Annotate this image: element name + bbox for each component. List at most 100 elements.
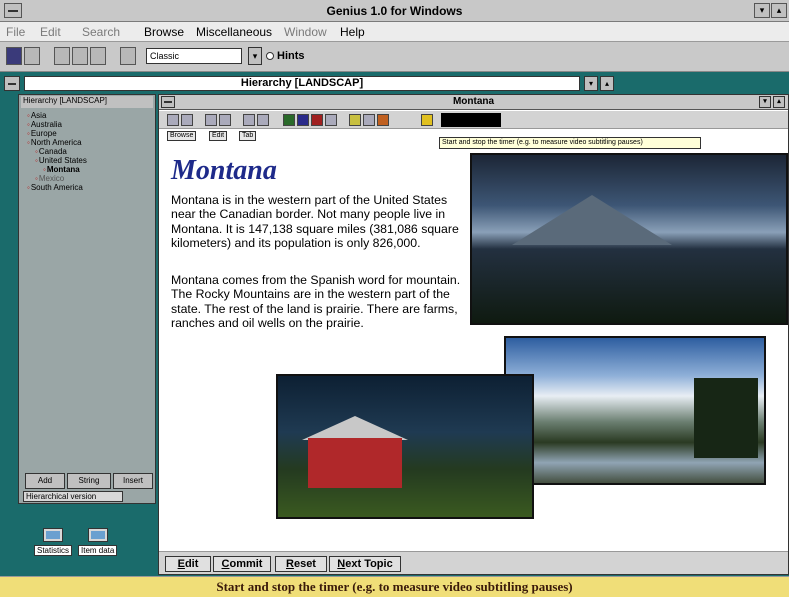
hints-label: Hints bbox=[277, 50, 305, 62]
next-topic-button-rest: ext Topic bbox=[345, 558, 393, 570]
tree-node-icon: ◦ bbox=[27, 111, 30, 120]
hierarchy-minimize-button[interactable]: ▾ bbox=[584, 76, 598, 91]
mode-select[interactable]: Classic bbox=[146, 48, 242, 64]
barn-shape bbox=[308, 438, 402, 488]
edit-button[interactable]: Edit bbox=[165, 556, 211, 572]
toolbar-window-icon[interactable] bbox=[90, 47, 106, 65]
string-button[interactable]: String bbox=[67, 473, 111, 489]
tree-item-australia[interactable]: ◦Australia bbox=[27, 120, 62, 129]
app-title-bar: Genius 1.0 for Windows ▾ ▴ bbox=[0, 0, 789, 22]
toolbar-stopwatch-icon[interactable] bbox=[421, 114, 433, 126]
toolbar-search-icon[interactable] bbox=[54, 47, 70, 65]
hierarchy-bar: Hierarchy [LANDSCAP] ▾ ▴ bbox=[0, 74, 789, 93]
page-title: Montana bbox=[171, 155, 277, 186]
tab-tab[interactable]: Tab bbox=[239, 131, 257, 141]
toolbar-pointer-icon[interactable] bbox=[325, 114, 337, 126]
tab-edit[interactable]: Edit bbox=[209, 131, 228, 141]
document-button-bar: Edit Commit Reset Next Topic bbox=[159, 551, 788, 574]
tree-item-mexico[interactable]: ◦Mexico bbox=[35, 174, 64, 183]
mode-dropdown-arrow-icon[interactable]: ▾ bbox=[248, 47, 262, 65]
tree-item-label: South America bbox=[30, 183, 83, 192]
tree-item-asia[interactable]: ◦Asia bbox=[27, 111, 46, 120]
toolbar-note-icon[interactable] bbox=[349, 114, 361, 126]
toolbar-print-icon[interactable] bbox=[72, 47, 88, 65]
toolbar-timer-icon[interactable] bbox=[377, 114, 389, 126]
toolbar-book-icon[interactable] bbox=[167, 114, 179, 126]
toolbar-stop-icon[interactable] bbox=[297, 114, 309, 126]
document-maximize-button[interactable]: ▴ bbox=[773, 96, 785, 108]
reset-button-key: R bbox=[286, 558, 294, 570]
timer-display bbox=[441, 113, 501, 127]
commit-button-rest: ommit bbox=[229, 558, 263, 570]
reset-button-rest: eset bbox=[293, 558, 316, 570]
statistics-label: Statistics bbox=[34, 545, 73, 556]
toolbar-clip-icon[interactable] bbox=[363, 114, 375, 126]
commit-button[interactable]: Commit bbox=[213, 556, 271, 572]
status-bar: Start and stop the timer (e.g. to measur… bbox=[0, 576, 789, 597]
menu-window[interactable]: Window bbox=[284, 25, 327, 39]
toolbar-record-icon[interactable] bbox=[283, 114, 295, 126]
toolbar-page-icon[interactable] bbox=[24, 47, 40, 65]
document-window-title: Montana bbox=[452, 96, 495, 107]
edit-button-rest: dit bbox=[184, 558, 199, 570]
edit-button-key: E bbox=[177, 558, 185, 570]
barn-roof bbox=[302, 416, 408, 440]
item-data-icon bbox=[87, 528, 108, 542]
menu-file[interactable]: File bbox=[6, 25, 25, 39]
menu-miscellaneous[interactable]: Miscellaneous bbox=[196, 25, 272, 39]
document-minimize-button[interactable]: ▾ bbox=[759, 96, 771, 108]
toolbar-sound-icon[interactable] bbox=[205, 114, 217, 126]
tree-item-label: Montana bbox=[46, 165, 80, 174]
trees-shape bbox=[694, 378, 758, 458]
tree-item-label: Europe bbox=[30, 129, 57, 138]
menu-help[interactable]: Help bbox=[340, 25, 365, 39]
maximize-button[interactable]: ▴ bbox=[771, 3, 787, 18]
tree-node-icon: ◦ bbox=[27, 120, 30, 129]
menu-browse[interactable]: Browse bbox=[144, 25, 184, 39]
main-toolbar: Classic ▾ Hints bbox=[0, 42, 789, 72]
tree-item-label: Mexico bbox=[38, 174, 65, 183]
document-system-button[interactable] bbox=[161, 96, 175, 108]
tree-item-label: United States bbox=[38, 156, 87, 165]
add-button[interactable]: Add bbox=[25, 473, 65, 489]
reset-button[interactable]: Reset bbox=[275, 556, 327, 572]
barn-photo bbox=[276, 374, 534, 519]
toolbar-tools-icon[interactable] bbox=[120, 47, 136, 65]
toolbar-video-icon[interactable] bbox=[219, 114, 231, 126]
toolbar-picture-icon[interactable] bbox=[181, 114, 193, 126]
tab-browse[interactable]: Browse bbox=[167, 131, 197, 141]
menu-edit[interactable]: Edit bbox=[40, 25, 61, 39]
toolbar-book-icon[interactable] bbox=[6, 47, 22, 65]
hierarchy-pane-header: Hierarchy [LANDSCAP] bbox=[21, 96, 153, 108]
tree-item-label: Asia bbox=[30, 111, 47, 120]
item-data-desktop-icon[interactable]: Item data bbox=[78, 528, 118, 556]
hints-toggle[interactable]: Hints bbox=[266, 50, 305, 62]
tree-item-montana[interactable]: ◦Montana bbox=[43, 165, 80, 174]
tree-item-north-america[interactable]: ◦North America bbox=[27, 138, 82, 147]
toolbar-audio-icon[interactable] bbox=[243, 114, 255, 126]
app-title: Genius 1.0 for Windows bbox=[326, 4, 463, 18]
tree-node-icon: ◦ bbox=[43, 165, 46, 174]
hierarchy-system-button[interactable] bbox=[4, 76, 20, 91]
insert-button[interactable]: Insert bbox=[113, 473, 153, 489]
tree-node-icon: ◦ bbox=[35, 147, 38, 156]
toolbar-play-icon[interactable] bbox=[311, 114, 323, 126]
minimize-button[interactable]: ▾ bbox=[754, 3, 770, 18]
hints-radio-icon[interactable] bbox=[266, 52, 274, 60]
next-topic-button[interactable]: Next Topic bbox=[329, 556, 401, 572]
toolbar-text-icon[interactable] bbox=[257, 114, 269, 126]
tree-item-europe[interactable]: ◦Europe bbox=[27, 129, 57, 138]
tree-item-united-states[interactable]: ◦United States bbox=[35, 156, 87, 165]
document-title-bar: Montana ▾ ▴ bbox=[159, 95, 788, 110]
hierarchy-maximize-button[interactable]: ▴ bbox=[600, 76, 614, 91]
statistics-desktop-icon[interactable]: Statistics bbox=[34, 528, 73, 556]
menu-bar: File Edit Search Browse Miscellaneous Wi… bbox=[0, 22, 789, 42]
tree-node-icon: ◦ bbox=[35, 174, 38, 183]
document-window: Montana ▾ ▴ Browse Edit Tab Start and st… bbox=[158, 94, 789, 575]
hierarchy-version-tab[interactable]: Hierarchical version bbox=[23, 491, 123, 502]
tree-node-icon: ◦ bbox=[27, 129, 30, 138]
tree-item-canada[interactable]: ◦Canada bbox=[35, 147, 67, 156]
tree-item-label: North America bbox=[30, 138, 82, 147]
menu-search[interactable]: Search bbox=[82, 25, 120, 39]
tree-item-south-america[interactable]: ◦South America bbox=[27, 183, 83, 192]
